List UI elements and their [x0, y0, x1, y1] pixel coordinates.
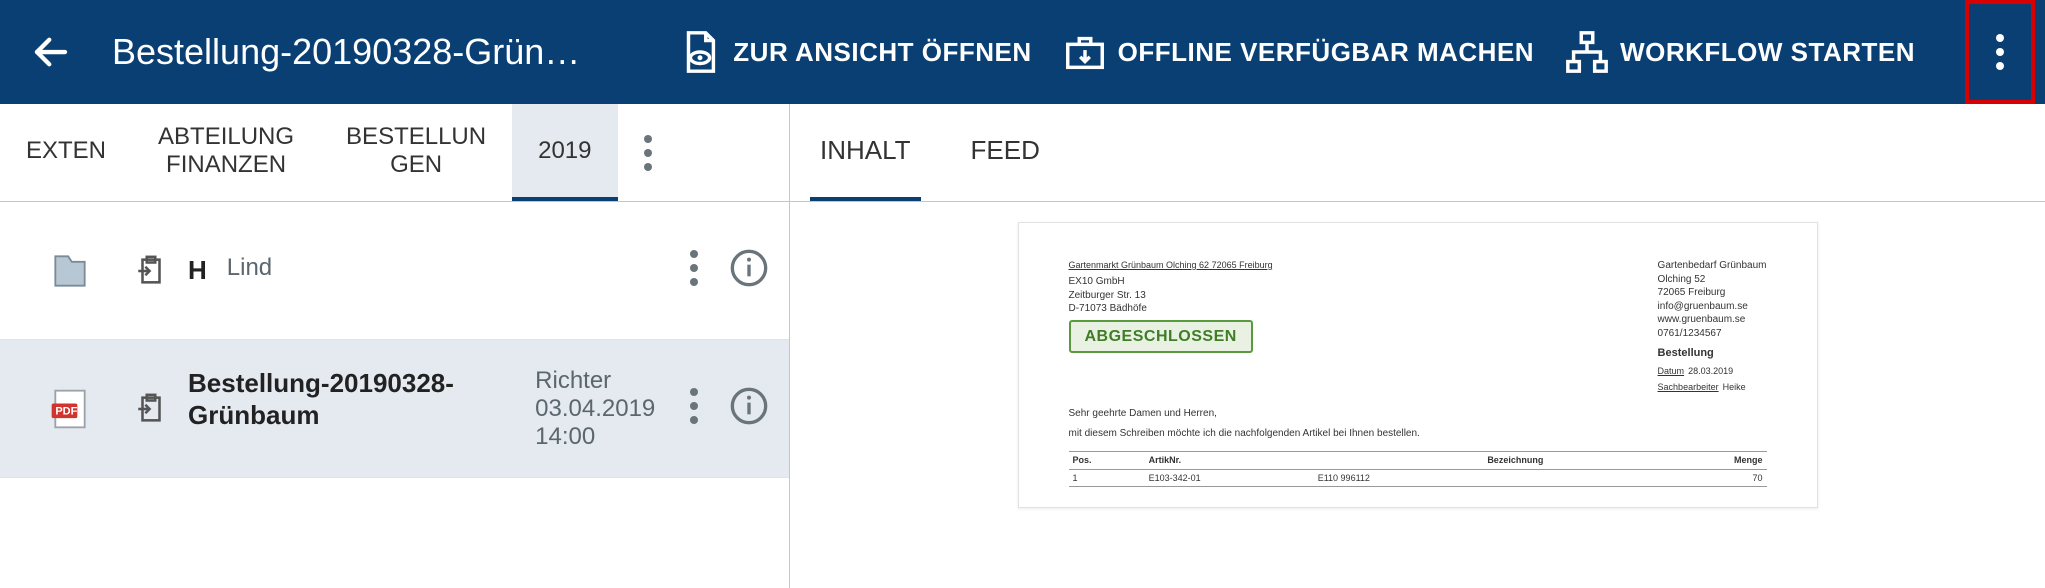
tab-inhalt[interactable]: INHALT [810, 104, 921, 201]
page-title: Bestellung-20190328-Grün… [112, 31, 580, 73]
list-item[interactable]: PDF Bestellung-20190328-Grünbaum Richter… [0, 340, 789, 478]
open-view-button[interactable]: ZUR ANSICHT ÖFFNEN [677, 29, 1031, 75]
right-tabs: INHALT FEED [790, 104, 2045, 202]
offline-label: OFFLINE VERFÜGBAR MACHEN [1118, 37, 1534, 68]
more-menu-button[interactable] [1965, 0, 2035, 104]
row-info-button[interactable] [729, 386, 769, 431]
row-info-button[interactable] [729, 248, 769, 293]
breadcrumb-exten[interactable]: EXTEN [0, 104, 132, 201]
clipboard-arrow-icon [130, 392, 172, 426]
app-header: Bestellung-20190328-Grün… ZUR ANSICHT ÖF… [0, 0, 2045, 104]
info-icon [729, 248, 769, 288]
open-view-label: ZUR ANSICHT ÖFFNEN [733, 37, 1031, 68]
document-preview[interactable]: Gartenmarkt Grünbaum Olching 62 72065 Fr… [1018, 222, 1818, 508]
more-vertical-icon [1995, 33, 2005, 71]
list-item-texts: Bestellung-20190328-Grünbaum Richter 03.… [188, 367, 689, 451]
list-item-owner: Richter [535, 367, 689, 395]
order-table: Pos. ArtikNr. Bezeichnung Menge 1 E103-3… [1069, 451, 1767, 487]
more-vertical-icon [689, 249, 699, 287]
list-item-texts: H Lind [188, 254, 689, 287]
clipboard-arrow-icon [130, 254, 172, 288]
tab-feed[interactable]: FEED [961, 104, 1050, 201]
workflow-icon [1564, 29, 1610, 75]
more-vertical-icon [689, 387, 699, 425]
list-item-name: H [188, 254, 207, 287]
left-panel: EXTEN ABTEILUNG FINANZEN BESTELLUN GEN 2… [0, 104, 790, 588]
recipient-block: Gartenmarkt Grünbaum Olching 62 72065 Fr… [1069, 259, 1273, 393]
folder-icon [40, 249, 100, 293]
breadcrumb-more-button[interactable] [618, 104, 678, 201]
arrow-left-icon [30, 31, 72, 73]
svg-text:PDF: PDF [55, 405, 77, 417]
right-panel: INHALT FEED Gartenmarkt Grünbaum Olching… [790, 104, 2045, 588]
header-actions: ZUR ANSICHT ÖFFNEN OFFLINE VERFÜGBAR MAC… [620, 0, 2035, 104]
row-more-button[interactable] [689, 387, 699, 430]
content-area: EXTEN ABTEILUNG FINANZEN BESTELLUN GEN 2… [0, 104, 2045, 588]
row-more-button[interactable] [689, 249, 699, 292]
info-icon [729, 386, 769, 426]
breadcrumb-abteilung-finanzen[interactable]: ABTEILUNG FINANZEN [132, 104, 320, 201]
more-vertical-icon [643, 134, 653, 172]
workflow-label: WORKFLOW STARTEN [1620, 37, 1915, 68]
breadcrumb-2019[interactable]: 2019 [512, 104, 617, 201]
list-item-owner: Lind [227, 254, 272, 282]
preview-area: Gartenmarkt Grünbaum Olching 62 72065 Fr… [790, 202, 2045, 588]
preview-body: Sehr geehrte Damen und Herren, mit diese… [1069, 407, 1767, 487]
briefcase-download-icon [1062, 29, 1108, 75]
document-eye-icon [677, 29, 723, 75]
list-item[interactable]: H Lind [0, 202, 789, 340]
offline-button[interactable]: OFFLINE VERFÜGBAR MACHEN [1062, 29, 1534, 75]
workflow-button[interactable]: WORKFLOW STARTEN [1564, 29, 1915, 75]
status-stamp: ABGESCHLOSSEN [1069, 320, 1253, 354]
breadcrumb-bestellungen[interactable]: BESTELLUN GEN [320, 104, 512, 201]
breadcrumb-tabs: EXTEN ABTEILUNG FINANZEN BESTELLUN GEN 2… [0, 104, 789, 202]
back-button[interactable] [30, 31, 72, 73]
pdf-icon: PDF [40, 387, 100, 431]
entry-list: H Lind [0, 202, 789, 588]
list-item-date: 03.04.2019 14:00 [535, 395, 689, 451]
list-item-name: Bestellung-20190328-Grünbaum [188, 367, 515, 432]
company-block: Gartenbedarf Grünbaum Olching 52 72065 F… [1658, 259, 1767, 393]
